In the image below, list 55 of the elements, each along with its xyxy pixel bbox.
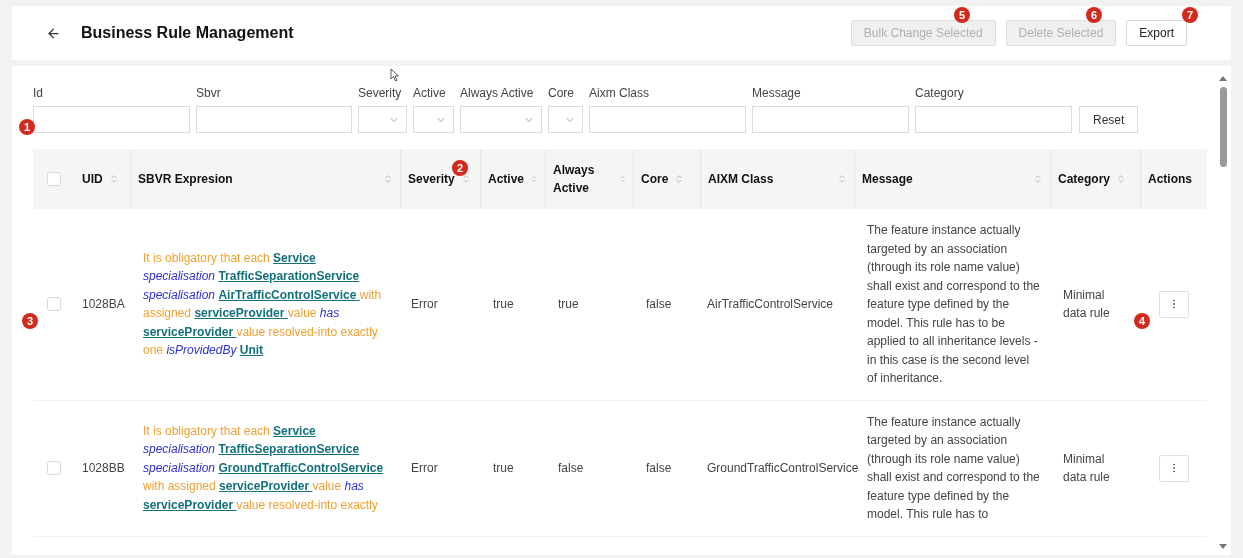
row-actions-button[interactable] [1158, 290, 1189, 318]
checkbox[interactable] [47, 461, 61, 475]
row-actions-button[interactable] [1158, 454, 1189, 482]
scrollbar[interactable] [1218, 76, 1228, 549]
checkbox[interactable] [47, 297, 61, 312]
page-title: Business Rule Management [81, 23, 294, 43]
active-cell-text: true [492, 296, 515, 314]
category-cell-text: Minimal data rule [1062, 286, 1111, 323]
filter-label: Aixm Class [589, 85, 650, 102]
column-header[interactable]: SBVR Expresion [138, 170, 233, 188]
sbvr-expression: It is obligatory that each Service specialisation TrafficSeparationService specialisation AirTrafficControlService with assigned serviceProvider value has serviceProvider value resolved-into exactly one isProvidedBy Unit [142, 249, 383, 360]
sbvr-expression: It is obligatory that each Service specialisation TrafficSeparationService specialisation GroundTrafficControlService with assigned serviceProvider value has serviceProvider value resolved-into exactly [142, 422, 385, 514]
column-header[interactable]: UID [82, 170, 103, 188]
column-header[interactable]: Active [488, 170, 525, 188]
core-cell-text: false [645, 296, 673, 314]
filter-label: Category [915, 85, 965, 102]
column-header[interactable]: Always Active [553, 161, 613, 197]
column-header[interactable]: AIXM Class [708, 170, 774, 188]
sort-icon[interactable] [460, 174, 471, 184]
filter-select[interactable] [460, 106, 542, 133]
category-cell-text: Minimal data rule [1062, 450, 1111, 486]
severity-cell-text: Error [410, 460, 439, 477]
filter-input[interactable] [752, 106, 909, 133]
column-header[interactable]: Severity [408, 170, 455, 188]
filter-select[interactable] [358, 106, 407, 133]
filter-label: Message [752, 85, 802, 102]
column-header: Actions [1148, 171, 1192, 188]
filter-select[interactable] [413, 106, 454, 133]
filter-label: Sbvr [196, 85, 222, 102]
severity-cell-text: Error [410, 296, 439, 314]
filter-label: Active [413, 85, 447, 102]
uid-cell-text: 1028BA [81, 296, 126, 314]
filter-select[interactable] [548, 106, 583, 133]
filter-label: Core [548, 85, 575, 102]
column-header[interactable]: Core [641, 170, 669, 188]
filter-label: Id [33, 85, 44, 102]
always-active-cell-text: true [557, 296, 580, 314]
core-cell-text: false [645, 460, 673, 477]
filter-input[interactable] [589, 106, 746, 133]
checkbox[interactable] [47, 172, 61, 186]
active-cell-text: true [492, 460, 515, 477]
reset-button[interactable]: Reset [1079, 106, 1139, 133]
filter-input[interactable] [33, 106, 190, 133]
column-header[interactable]: Category [1058, 170, 1110, 188]
back-icon[interactable] [46, 25, 61, 41]
uid-cell-text: 1028BB [81, 460, 126, 477]
aixm-class-cell-text: AirTrafficControlService [706, 296, 835, 314]
column-header[interactable]: Message [862, 170, 913, 188]
filter-input[interactable] [915, 106, 1072, 133]
filter-label: Severity [358, 85, 403, 102]
always-active-cell-text: false [557, 460, 585, 477]
filter-label: Always Active [460, 85, 535, 102]
toolbar-button[interactable]: Export [1126, 20, 1187, 46]
message-cell-text: The feature instance actually targeted by an association (through its role name value) shall exist and correspond to the feature type defined by the model. This rule has to be applied to all inheritance levels - in this case is the second level of inheritance. [866, 222, 1041, 387]
filter-input[interactable] [196, 106, 352, 133]
